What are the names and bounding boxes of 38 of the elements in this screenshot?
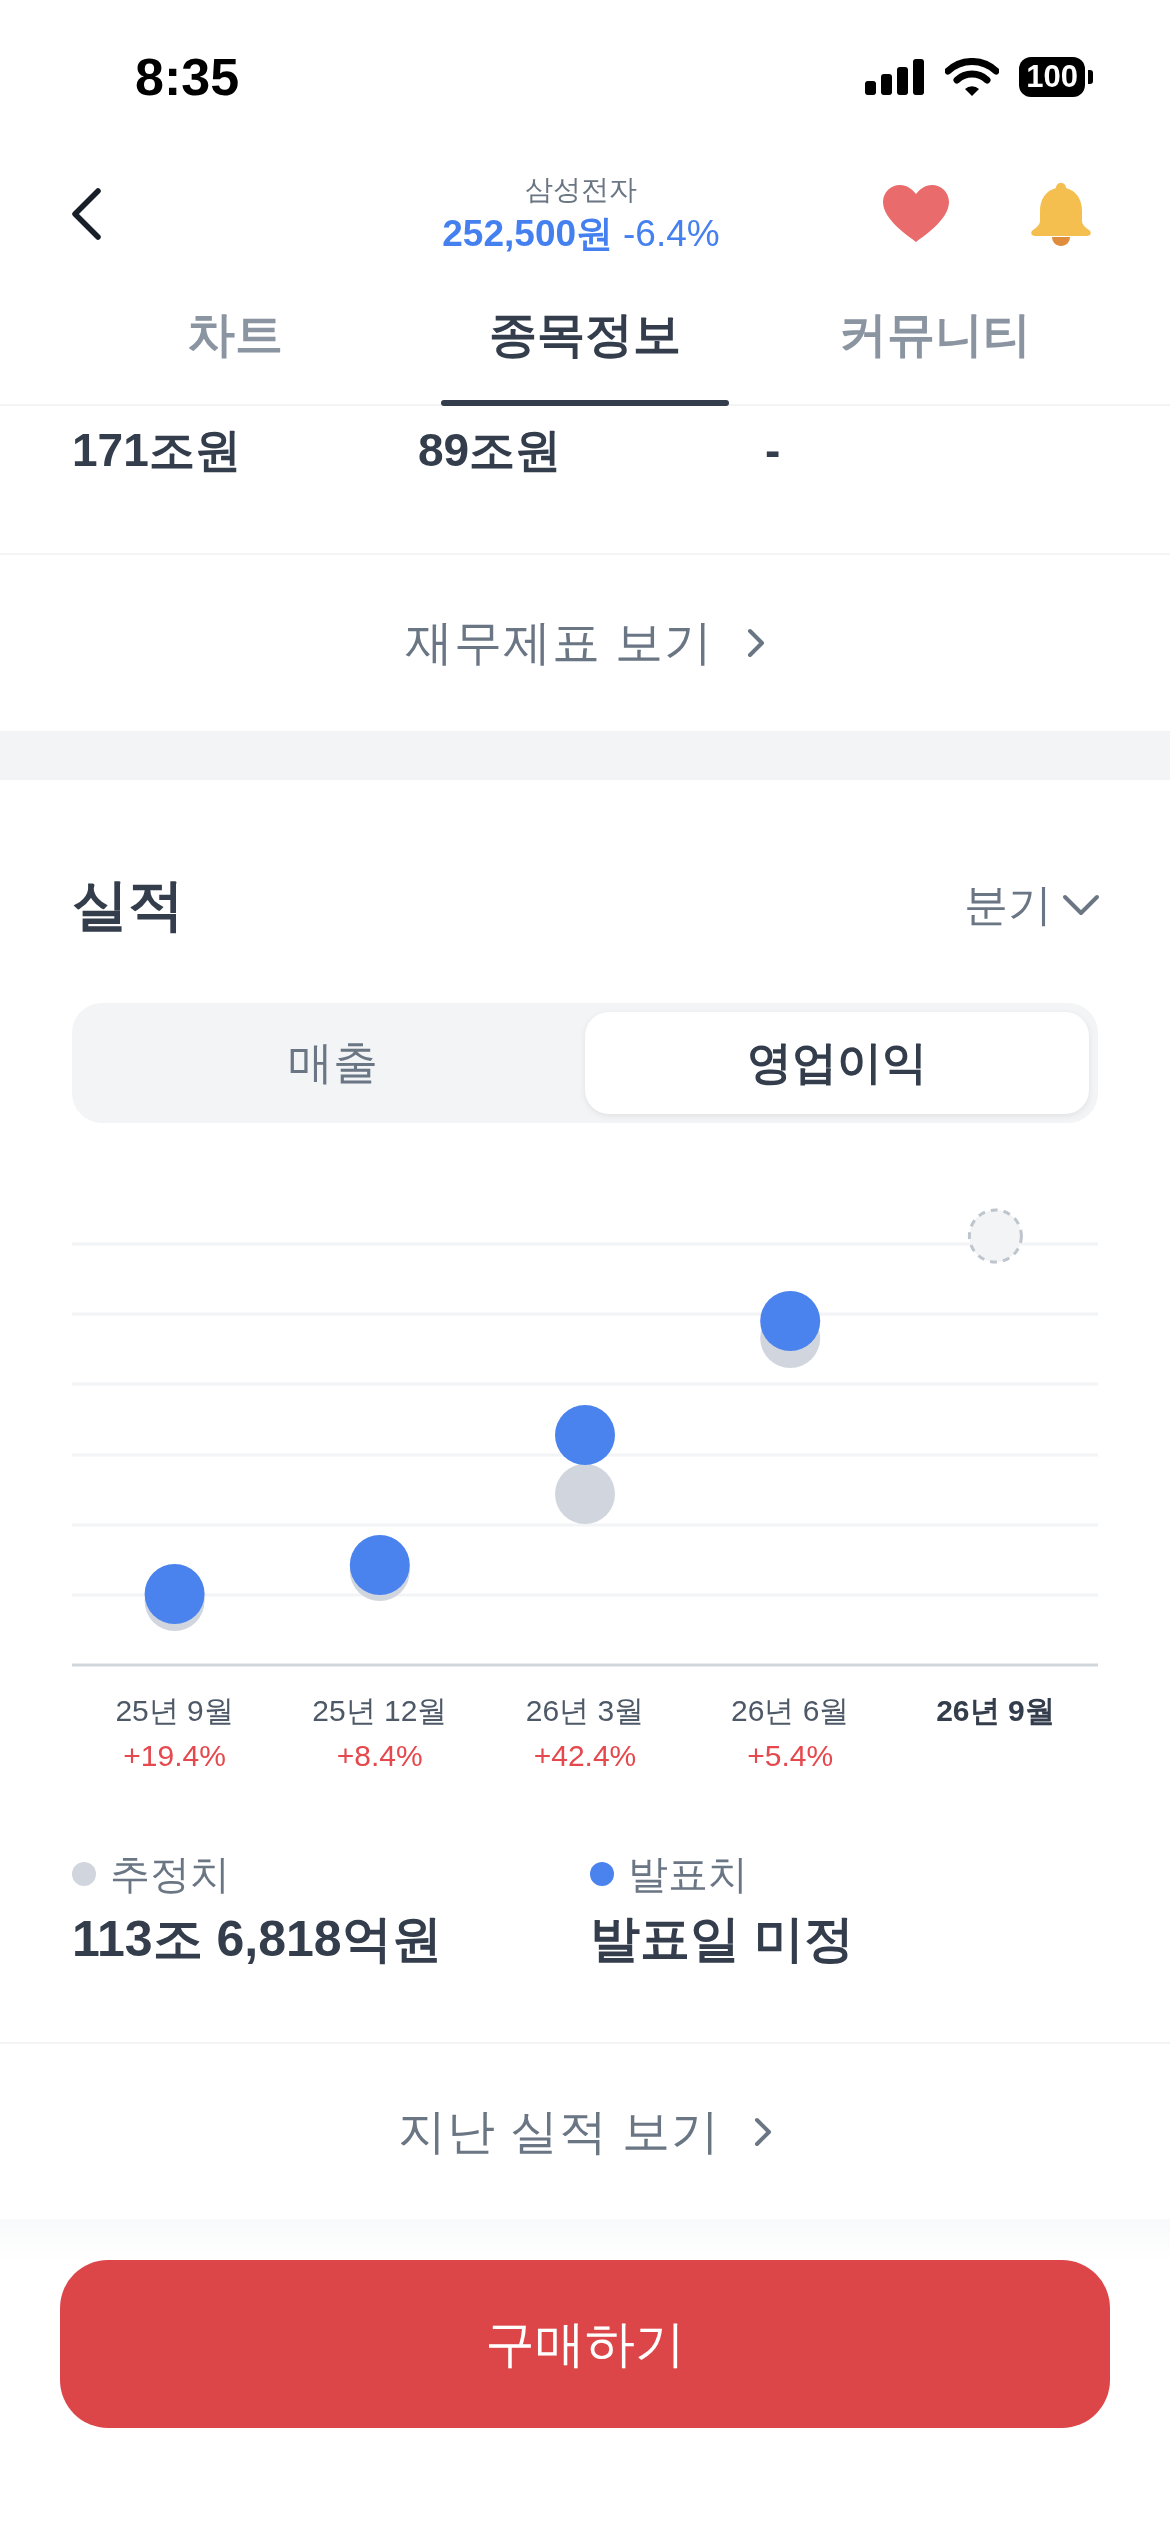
legend-label: 발표치 — [628, 1851, 748, 1898]
period-label[interactable]: 26년 3월 — [525, 1691, 645, 1731]
stock-name: 삼성전자 — [525, 173, 637, 207]
metric-value: 171조원 — [72, 424, 241, 476]
change-percent: +8.4% — [336, 1738, 423, 1774]
period-label[interactable]: 26년 9월 — [936, 1691, 1055, 1731]
section-title: 실적 — [72, 875, 184, 935]
wifi-icon — [945, 58, 1000, 96]
buy-button[interactable]: 구매하기 — [60, 2260, 1110, 2428]
change-percent: +5.4% — [747, 1738, 834, 1774]
battery-indicator: 100 — [1019, 57, 1093, 97]
period-label[interactable]: 25년 12월 — [312, 1691, 448, 1731]
period-label[interactable]: 25년 9월 — [115, 1691, 234, 1731]
chevron-down-icon — [1062, 894, 1100, 916]
signal-icon — [865, 59, 926, 95]
stock-price: 252,500원 — [442, 212, 614, 256]
metric-value: 89조원 — [418, 424, 562, 476]
legend-label: 추정치 — [110, 1851, 230, 1898]
financial-statements-link[interactable]: 재무제표 보기 — [404, 613, 766, 673]
period-dropdown[interactable]: 분기 — [964, 877, 1100, 933]
legend-value: 113조 6,818억원 — [72, 1910, 442, 1969]
change-percent: +42.4% — [533, 1738, 637, 1774]
status-time: 8:35 — [135, 47, 240, 107]
tab[interactable]: 종목정보 — [410, 274, 760, 406]
bell-icon[interactable] — [1030, 181, 1092, 247]
chevron-right-icon — [754, 2116, 773, 2147]
period-label[interactable]: 26년 6월 — [731, 1691, 850, 1731]
segment-tab[interactable]: 매출 — [81, 1012, 585, 1114]
change-percent: +19.4% — [123, 1738, 226, 1774]
past-earnings-link[interactable]: 지난 실적 보기 — [397, 2101, 773, 2162]
heart-icon[interactable] — [880, 183, 952, 245]
chevron-right-icon — [747, 628, 766, 658]
metric-value: - — [765, 424, 781, 476]
estimate-point — [555, 1464, 615, 1524]
price-change: -6.4% — [623, 212, 720, 256]
back-icon[interactable] — [70, 188, 102, 240]
legend-value: 발표일 미정 — [590, 1910, 854, 1969]
segment-tab[interactable]: 영업이익 — [585, 1012, 1089, 1114]
